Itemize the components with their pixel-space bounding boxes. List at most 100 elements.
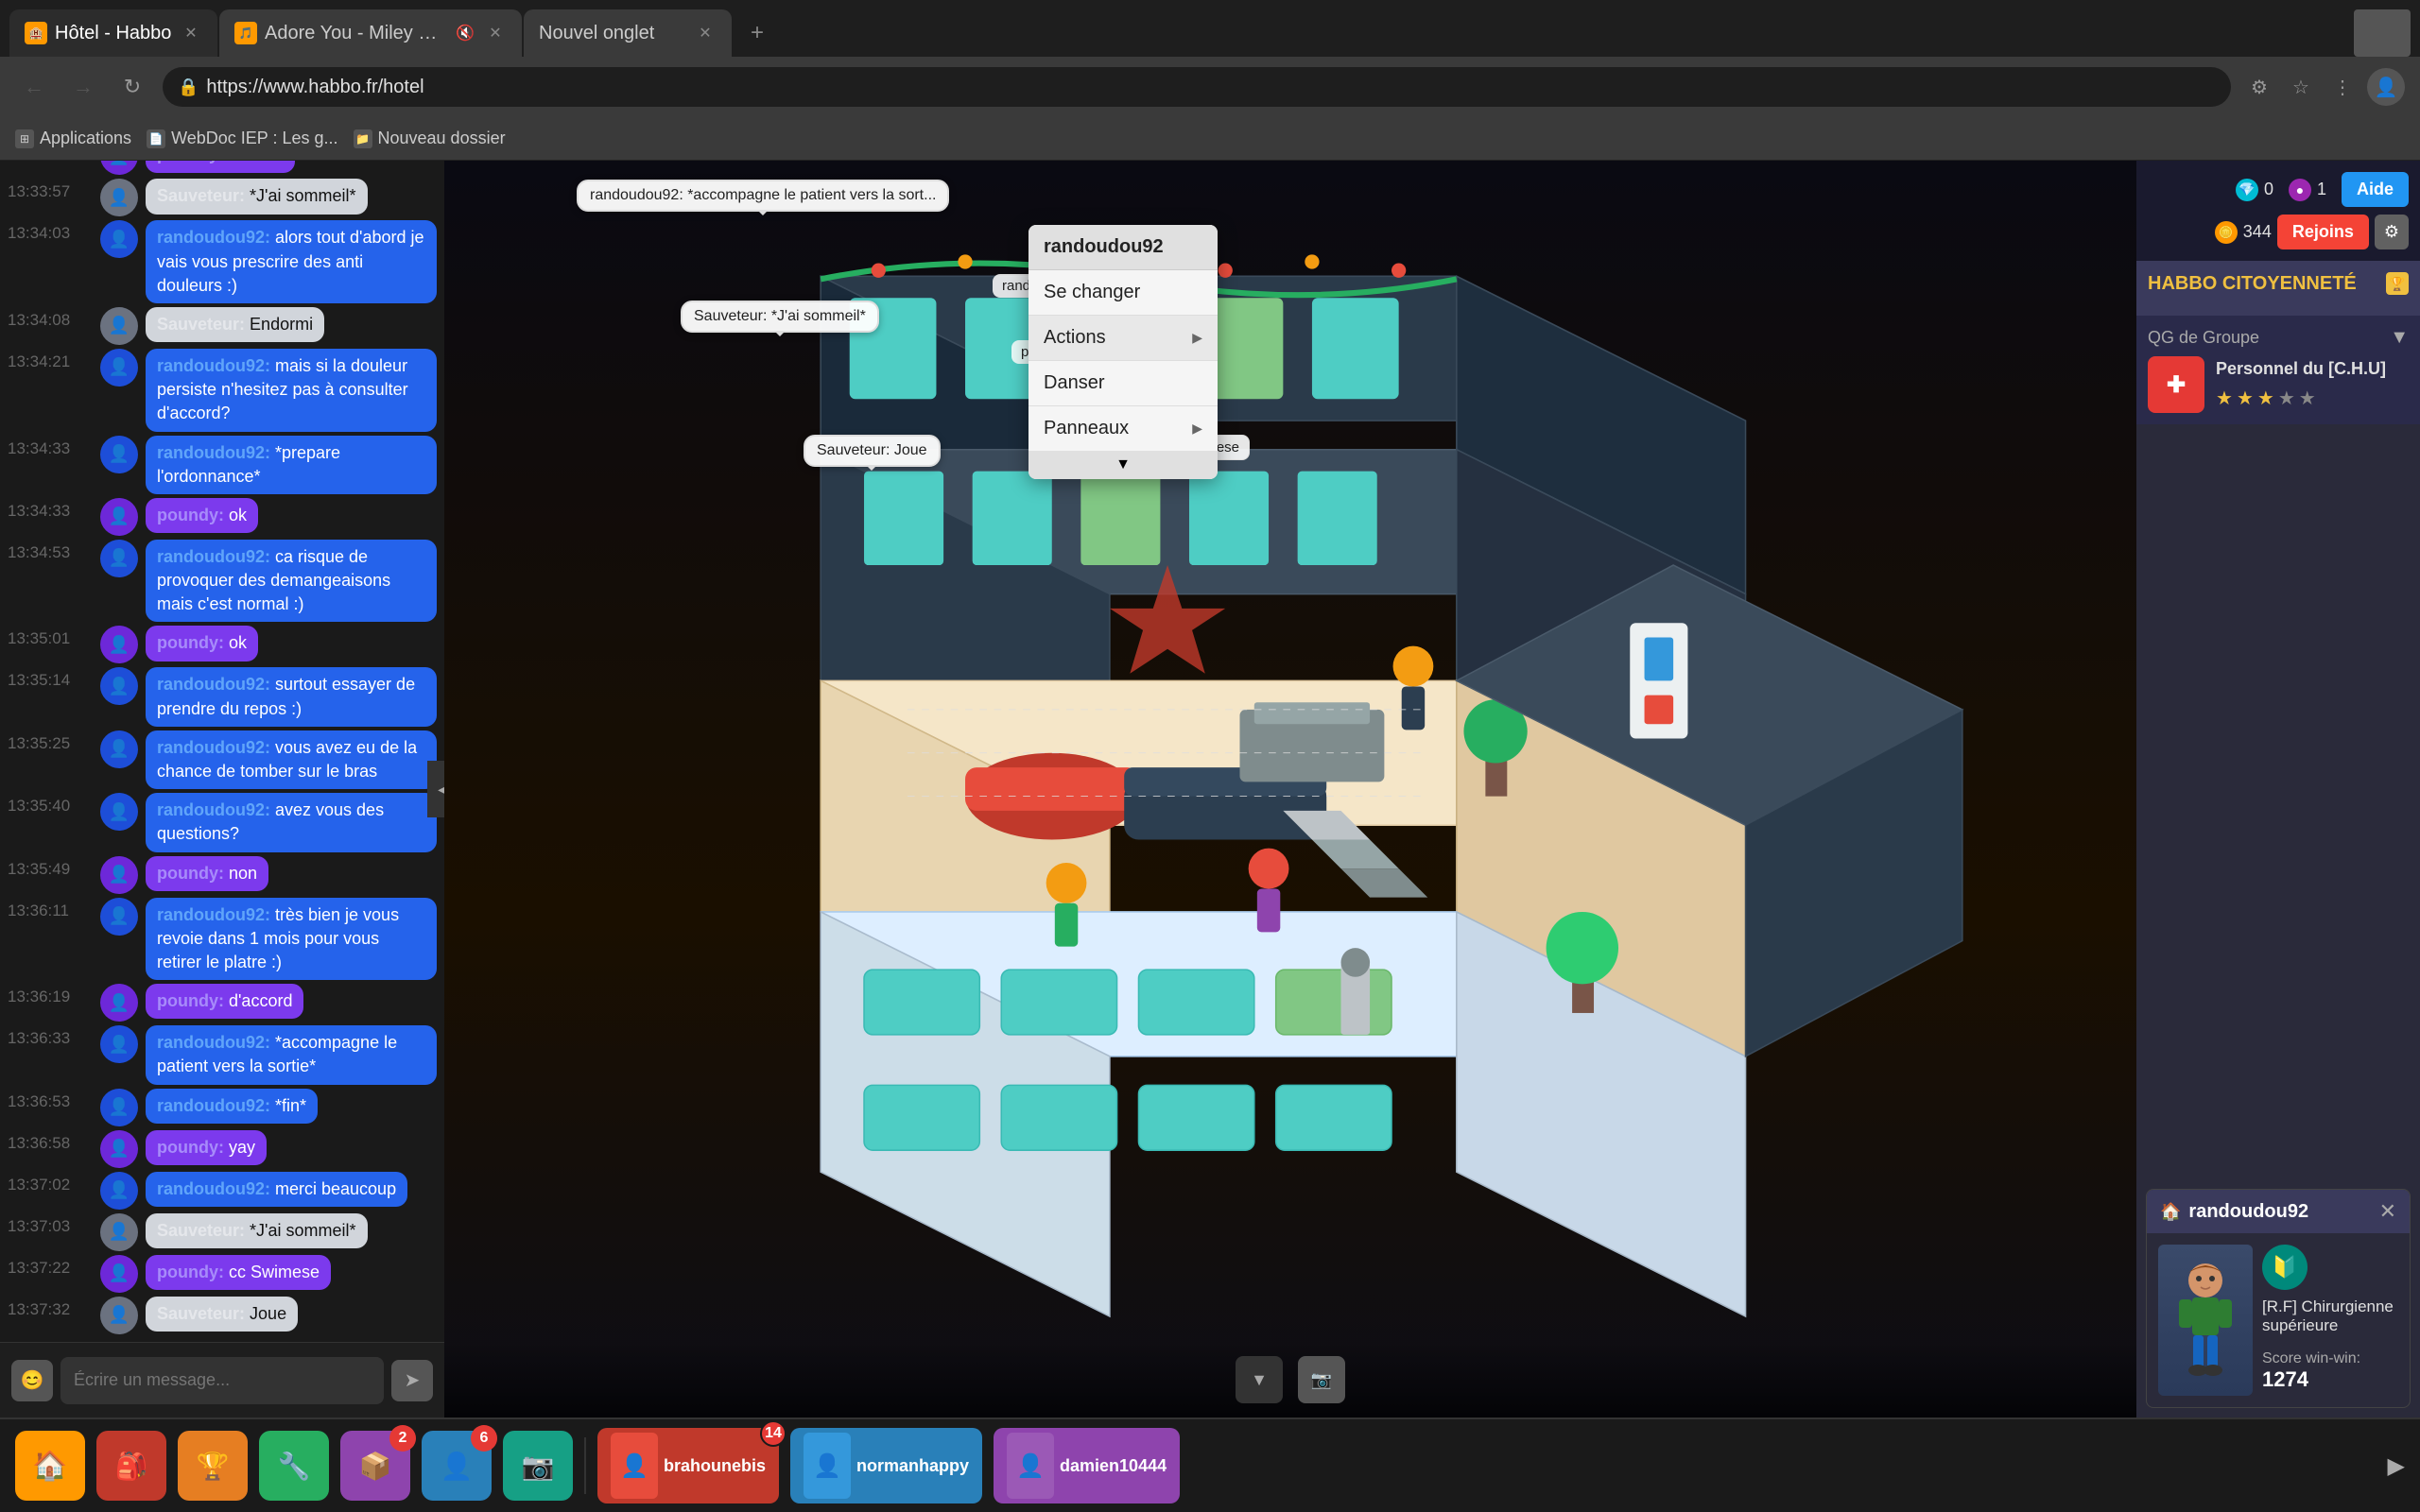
bookmark-dossier-label: Nouveau dossier <box>378 129 506 148</box>
group-chevron-icon: ▼ <box>2390 327 2409 349</box>
chat-bubble: randoudou92: ca risque de provoquer des … <box>146 540 437 623</box>
taskbar-user-normanhappy[interactable]: 👤 normanhappy <box>790 1428 982 1503</box>
chat-avatar: 👤 <box>100 1089 138 1126</box>
context-menu-se-changer[interactable]: Se changer <box>1028 270 1218 315</box>
chat-timestamp: 13:33:57 <box>8 179 93 203</box>
chat-avatar: 👤 <box>100 730 138 768</box>
speech-bubble-2: Sauveteur: *J'ai sommeil* <box>681 301 879 333</box>
chat-message: 13:37:22 👤 poundy: cc Swimese <box>8 1255 437 1293</box>
group-info-row: ✚ Personnel du [C.H.U] ★ ★ ★ ★ ★ <box>2148 356 2409 413</box>
browser-frame: 🏨 Hôtel - Habbo ✕ 🎵 Adore You - Miley Cy… <box>0 0 2420 1512</box>
taskbar-inventory-btn[interactable]: 🎒 <box>96 1431 166 1501</box>
chat-avatar: 👤 <box>100 161 138 175</box>
profile-button[interactable]: 👤 <box>2367 68 2405 106</box>
chat-sender-name: randoudou92: <box>157 675 275 694</box>
citizenship-label: HABBO CITOYENNETÉ <box>2148 273 2357 295</box>
tab-habbo[interactable]: 🏨 Hôtel - Habbo ✕ <box>9 9 217 57</box>
speech-bubble-3-text: Sauveteur: Joue <box>817 442 927 458</box>
taskbar-more-button[interactable]: ▶ <box>2388 1452 2405 1480</box>
tab-close-new[interactable]: ✕ <box>694 22 717 44</box>
citizenship-badge-icon: 🏆 <box>2386 272 2409 295</box>
tab-mute-icon[interactable]: 🔇 <box>454 22 476 44</box>
chat-bubble: poundy: ok <box>146 626 258 661</box>
game-toolbar-btn-2[interactable]: 📷 <box>1298 1356 1345 1403</box>
new-tab-button[interactable]: + <box>734 9 781 57</box>
chat-timestamp: 13:37:03 <box>8 1213 93 1238</box>
customize-icon[interactable]: ⚙ <box>2242 70 2276 104</box>
settings-button[interactable]: ⚙ <box>2375 215 2409 249</box>
bookmark-dossier[interactable]: 📁 Nouveau dossier <box>354 129 506 148</box>
rejoin-button[interactable]: Rejoins <box>2277 215 2369 249</box>
context-menu-panneaux[interactable]: Panneaux ▶ <box>1028 406 1218 451</box>
chat-message-text: d'accord <box>229 991 292 1010</box>
address-bar[interactable]: 🔒 https://www.habbo.fr/hotel <box>163 67 2231 107</box>
group-info: Personnel du [C.H.U] ★ ★ ★ ★ ★ <box>2216 359 2386 410</box>
chat-sender-name: poundy: <box>157 1263 229 1281</box>
bookmark-icon[interactable]: ☆ <box>2284 70 2318 104</box>
chat-input-area: 😊 ➤ <box>0 1342 444 1418</box>
chat-bubble: Sauveteur: Joue <box>146 1297 298 1332</box>
chat-message-text: yay <box>229 1138 255 1157</box>
chat-message: 13:35:49 👤 poundy: non <box>8 856 437 894</box>
tab-icon-habbo: 🏨 <box>25 22 47 44</box>
tab-new[interactable]: Nouvel onglet ✕ <box>524 9 732 57</box>
tab-music[interactable]: 🎵 Adore You - Miley Cyrus 🔇 ✕ <box>219 9 522 57</box>
chat-emoji-btn[interactable]: 😊 <box>11 1360 53 1401</box>
taskbar-user-brahounebis[interactable]: 👤 brahounebis 14 <box>597 1428 779 1503</box>
group-section[interactable]: QG de Groupe ▼ ✚ Personnel du [C.H.U] ★ … <box>2136 316 2420 424</box>
chat-message: 13:36:19 👤 poundy: d'accord <box>8 984 437 1022</box>
chat-sender-name: randoudou92: <box>157 356 275 375</box>
speech-bubble-3: Sauveteur: Joue <box>804 435 941 467</box>
chat-sender-name: poundy: <box>157 1138 229 1157</box>
forward-button[interactable]: → <box>64 68 102 106</box>
context-menu-actions[interactable]: Actions ▶ <box>1028 316 1218 360</box>
tab-close-habbo[interactable]: ✕ <box>180 22 202 44</box>
taskbar: 🏠 🎒 🏆 🔧 📦 2 👤 6 📷 👤 brahounebis 14 <box>0 1418 2420 1512</box>
game-toolbar-btn-1[interactable]: ▼ <box>1236 1356 1283 1403</box>
game-toolbar: ▼ 📷 <box>444 1342 2136 1418</box>
taskbar-navigator-btn[interactable]: 🔧 <box>259 1431 329 1501</box>
context-menu-more[interactable]: ▼ <box>1028 451 1218 479</box>
taskbar-home-btn[interactable]: 🏠 <box>15 1431 85 1501</box>
tab-close-music[interactable]: ✕ <box>484 22 507 44</box>
chat-bubble: randoudou92: très bien je vous revoie da… <box>146 898 437 981</box>
chat-avatar: 👤 <box>100 1255 138 1293</box>
collapse-chat-button[interactable]: ◀ <box>427 761 444 817</box>
danser-label: Danser <box>1044 372 1104 394</box>
game-area[interactable]: randoudou92: *accompagne le patient vers… <box>444 161 2136 1418</box>
taskbar-catalog-btn[interactable]: 🏆 <box>178 1431 248 1501</box>
chat-avatar: 👤 <box>100 1213 138 1251</box>
bookmark-applications[interactable]: ⊞ Applications <box>15 129 131 148</box>
chat-timestamp: 13:37:32 <box>8 1297 93 1321</box>
taskbar-user-damien[interactable]: 👤 damien10444 <box>994 1428 1180 1503</box>
taskbar-camera-btn[interactable]: 📷 <box>503 1431 573 1501</box>
furni-badge: 2 <box>389 1425 416 1452</box>
chat-avatar: 👤 <box>100 793 138 831</box>
player-badge-icon: 🔰 <box>2272 1255 2297 1280</box>
taskbar-friends-btn[interactable]: 👤 6 <box>422 1431 492 1501</box>
player-card-close-button[interactable]: ✕ <box>2379 1199 2396 1224</box>
aide-button[interactable]: Aide <box>2342 172 2409 207</box>
bookmark-webdoc[interactable]: 📄 WebDoc IEP : Les g... <box>147 129 337 148</box>
chat-timestamp: 13:34:53 <box>8 540 93 564</box>
back-button[interactable]: ← <box>15 68 53 106</box>
context-menu-danser[interactable]: Danser <box>1028 361 1218 405</box>
chat-send-btn[interactable]: ➤ <box>391 1360 433 1401</box>
chat-timestamp: 13:35:01 <box>8 626 93 650</box>
chat-message-text: ok <box>229 506 247 524</box>
chat-avatar: 👤 <box>100 667 138 705</box>
chat-timestamp: 13:37:22 <box>8 1255 93 1280</box>
chat-sender-name: randoudou92: <box>157 228 275 247</box>
chat-avatar: 👤 <box>100 349 138 387</box>
bookmarks-bar: ⊞ Applications 📄 WebDoc IEP : Les g... 📁… <box>0 117 2420 161</box>
address-text: https://www.habbo.fr/hotel <box>206 77 2216 98</box>
reload-button[interactable]: ↻ <box>113 68 151 106</box>
chat-input[interactable] <box>60 1357 384 1404</box>
actions-label: Actions <box>1044 327 1106 349</box>
more-options-icon[interactable]: ⋮ <box>2325 70 2360 104</box>
tab-icon-music: 🎵 <box>234 22 257 44</box>
taskbar-furni-btn[interactable]: 📦 2 <box>340 1431 410 1501</box>
player-title: [R.F] Chirurgienne supérieure <box>2262 1297 2398 1335</box>
normanhappy-avatar: 👤 <box>804 1433 851 1499</box>
chat-message: 13:34:53 👤 randoudou92: ca risque de pro… <box>8 540 437 623</box>
